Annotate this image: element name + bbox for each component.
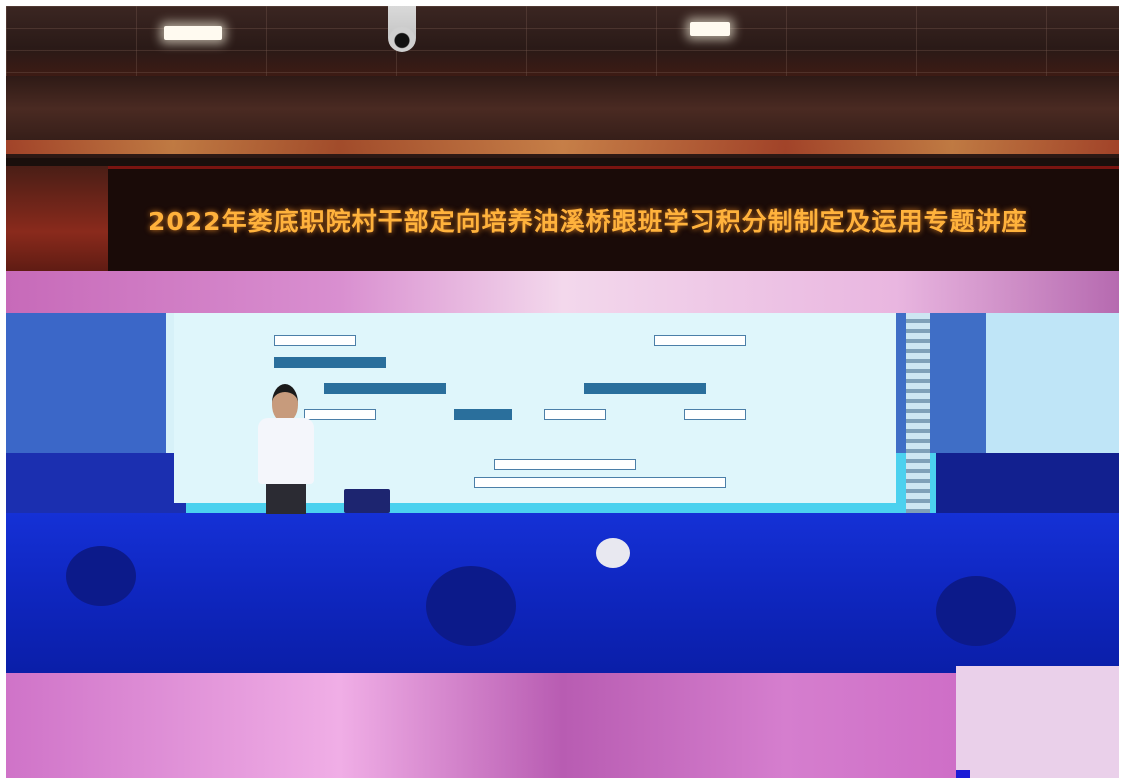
podium bbox=[344, 489, 390, 513]
ceiling-light bbox=[690, 22, 730, 36]
flowchart-box bbox=[494, 459, 636, 470]
led-banner: 2022年娄底职院村干部定向培养油溪桥跟班学习积分制制定及运用专题讲座 bbox=[108, 166, 1119, 271]
audience-head bbox=[596, 538, 630, 568]
audience-head bbox=[936, 576, 1016, 646]
flowchart-box bbox=[584, 383, 706, 394]
glitch-band bbox=[6, 271, 1119, 313]
flowchart-box bbox=[324, 383, 446, 394]
flowchart-box bbox=[654, 335, 746, 346]
flowchart-box bbox=[454, 409, 512, 420]
speaker-head bbox=[272, 384, 298, 422]
flowchart-box bbox=[684, 409, 746, 420]
audience-head bbox=[426, 566, 516, 646]
ceiling-light bbox=[164, 26, 222, 40]
glitch-band bbox=[6, 673, 1119, 778]
red-curtain bbox=[6, 166, 108, 276]
stage-lights bbox=[6, 140, 1119, 154]
glitch-block bbox=[956, 666, 1119, 778]
flowchart-box bbox=[274, 335, 356, 346]
speaker-legs bbox=[266, 484, 306, 514]
speaker-torso bbox=[258, 418, 314, 484]
speaker-person bbox=[256, 384, 320, 514]
ceiling-grid bbox=[6, 6, 1119, 76]
flowchart-box bbox=[274, 357, 386, 368]
security-camera-icon bbox=[388, 6, 416, 52]
lecture-photo: 2022年娄底职院村干部定向培养油溪桥跟班学习积分制制定及运用专题讲座 bbox=[6, 6, 1119, 778]
glitch-block bbox=[956, 770, 970, 778]
banner-title: 2022年娄底职院村干部定向培养油溪桥跟班学习积分制制定及运用专题讲座 bbox=[148, 207, 1028, 236]
flowchart-box bbox=[544, 409, 606, 420]
flowchart-box bbox=[474, 477, 726, 488]
audience-head bbox=[66, 546, 136, 606]
wall-pattern bbox=[906, 313, 930, 513]
